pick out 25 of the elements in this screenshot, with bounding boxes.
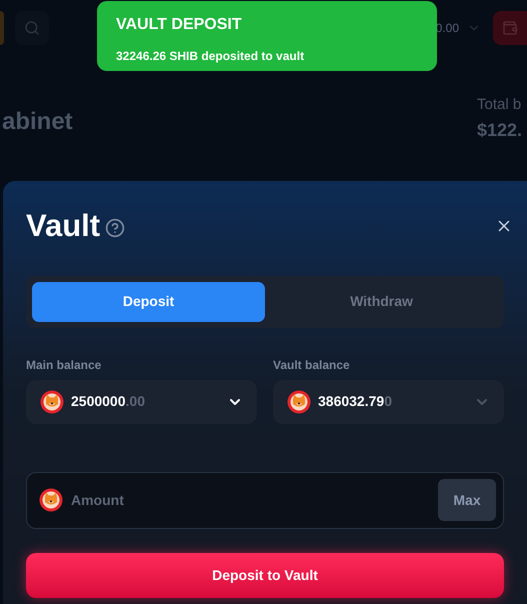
tab[interactable]: Withdraw — [265, 282, 498, 322]
total-label: Total b — [477, 95, 522, 115]
toast-title: VAULT DEPOSIT — [116, 15, 243, 35]
modal-title: Vault — [26, 207, 100, 245]
wallet-button[interactable] — [493, 11, 527, 45]
currency-select[interactable]: 2500000.00 — [26, 380, 257, 424]
balance-value: 386032.790 — [318, 392, 392, 411]
balance-label: Vault balance — [273, 356, 351, 374]
max-button[interactable]: Max — [438, 479, 496, 521]
tab[interactable]: Deposit — [32, 282, 265, 322]
deposit-button[interactable]: Deposit to Vault — [26, 552, 504, 598]
coin-icon — [39, 488, 63, 512]
help-icon[interactable] — [105, 218, 126, 238]
amount-field[interactable]: Amount Max — [26, 472, 504, 528]
header-button[interactable] — [0, 11, 4, 45]
coin-icon — [287, 390, 311, 414]
toast-message: 32246.26 SHIB deposited to vault — [116, 48, 306, 65]
coin-icon — [40, 390, 64, 414]
balance-label: Main balance — [26, 356, 102, 374]
search-button[interactable] — [15, 11, 49, 45]
search-icon — [24, 20, 40, 36]
balance-value: 2500000.00 — [71, 392, 145, 411]
wallet-icon — [502, 20, 518, 36]
total-value: $122. — [477, 118, 524, 142]
page-title: abinet — [2, 107, 73, 137]
